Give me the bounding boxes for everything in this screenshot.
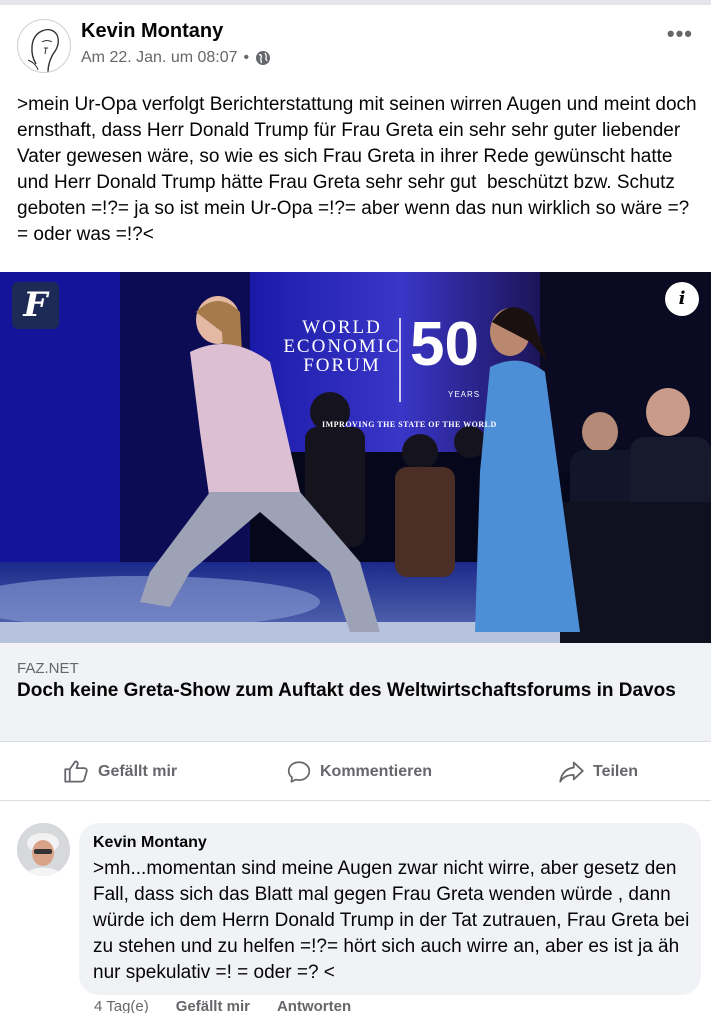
like-label: Gefällt mir bbox=[98, 762, 178, 780]
comment-reply-link[interactable]: Antworten bbox=[277, 998, 351, 1013]
banner-line-world: WORLD bbox=[302, 317, 382, 338]
post-action-bar: Gefällt mir Kommentieren Teilen bbox=[0, 742, 711, 801]
post-meta: Am 22. Jan. um 08:07 • bbox=[81, 49, 271, 67]
globe-icon bbox=[256, 51, 271, 65]
share-label: Teilen bbox=[593, 762, 639, 780]
faz-logo-badge: F bbox=[12, 282, 59, 329]
link-caption[interactable]: FAZ.NET Doch keine Greta-Show zum Auftak… bbox=[0, 643, 711, 742]
comment-text: >mh...momentan sind meine Augen zwar nic… bbox=[93, 858, 690, 983]
author-avatar[interactable] bbox=[17, 19, 71, 73]
comment-button[interactable]: Kommentieren bbox=[286, 742, 432, 801]
thumbs-up-icon bbox=[64, 760, 88, 783]
commenter-name[interactable]: Kevin Montany bbox=[93, 834, 207, 852]
post-text: >mein Ur-Opa verfolgt Berichterstattung … bbox=[17, 94, 708, 245]
banner-line-economic: ECONOMIC bbox=[283, 336, 401, 357]
link-domain: FAZ.NET bbox=[17, 660, 79, 677]
post-timestamp[interactable]: Am 22. Jan. um 08:07 bbox=[81, 49, 238, 67]
link-preview-image[interactable]: F i WORLD ECONOMIC FORUM 50 YEARS IMPROV… bbox=[0, 272, 711, 643]
banner-line-forum: FORUM bbox=[303, 355, 381, 376]
comment-icon bbox=[287, 760, 311, 783]
link-title[interactable]: Doch keine Greta-Show zum Auftakt des We… bbox=[17, 678, 677, 703]
info-icon[interactable]: i bbox=[665, 282, 699, 316]
wef-banner: WORLD ECONOMIC FORUM bbox=[282, 318, 402, 375]
comment-bubble: Kevin Montany >mh...momentan sind meine … bbox=[79, 823, 701, 995]
comment-like-link[interactable]: Gefällt mir bbox=[176, 998, 250, 1013]
post-header: Kevin Montany Am 22. Jan. um 08:07 • ••• bbox=[0, 5, 711, 77]
commenter-avatar[interactable] bbox=[17, 823, 70, 876]
comment-age[interactable]: 4 Tag(e) bbox=[94, 998, 149, 1013]
like-button[interactable]: Gefällt mir bbox=[63, 742, 177, 801]
more-options-icon[interactable]: ••• bbox=[667, 21, 693, 47]
comment-actions: 4 Tag(e) Gefällt mir Antworten bbox=[94, 998, 351, 1013]
banner-number: 50 bbox=[410, 310, 479, 379]
meta-separator: • bbox=[243, 49, 250, 66]
share-icon bbox=[559, 761, 584, 783]
banner-years: YEARS bbox=[448, 390, 481, 399]
comment-label: Kommentieren bbox=[320, 762, 433, 780]
author-name[interactable]: Kevin Montany bbox=[81, 20, 223, 43]
share-button[interactable]: Teilen bbox=[558, 742, 638, 801]
comment-item: Kevin Montany >mh...momentan sind meine … bbox=[0, 801, 711, 1013]
banner-tagline: IMPROVING THE STATE OF THE WORLD bbox=[322, 420, 497, 429]
